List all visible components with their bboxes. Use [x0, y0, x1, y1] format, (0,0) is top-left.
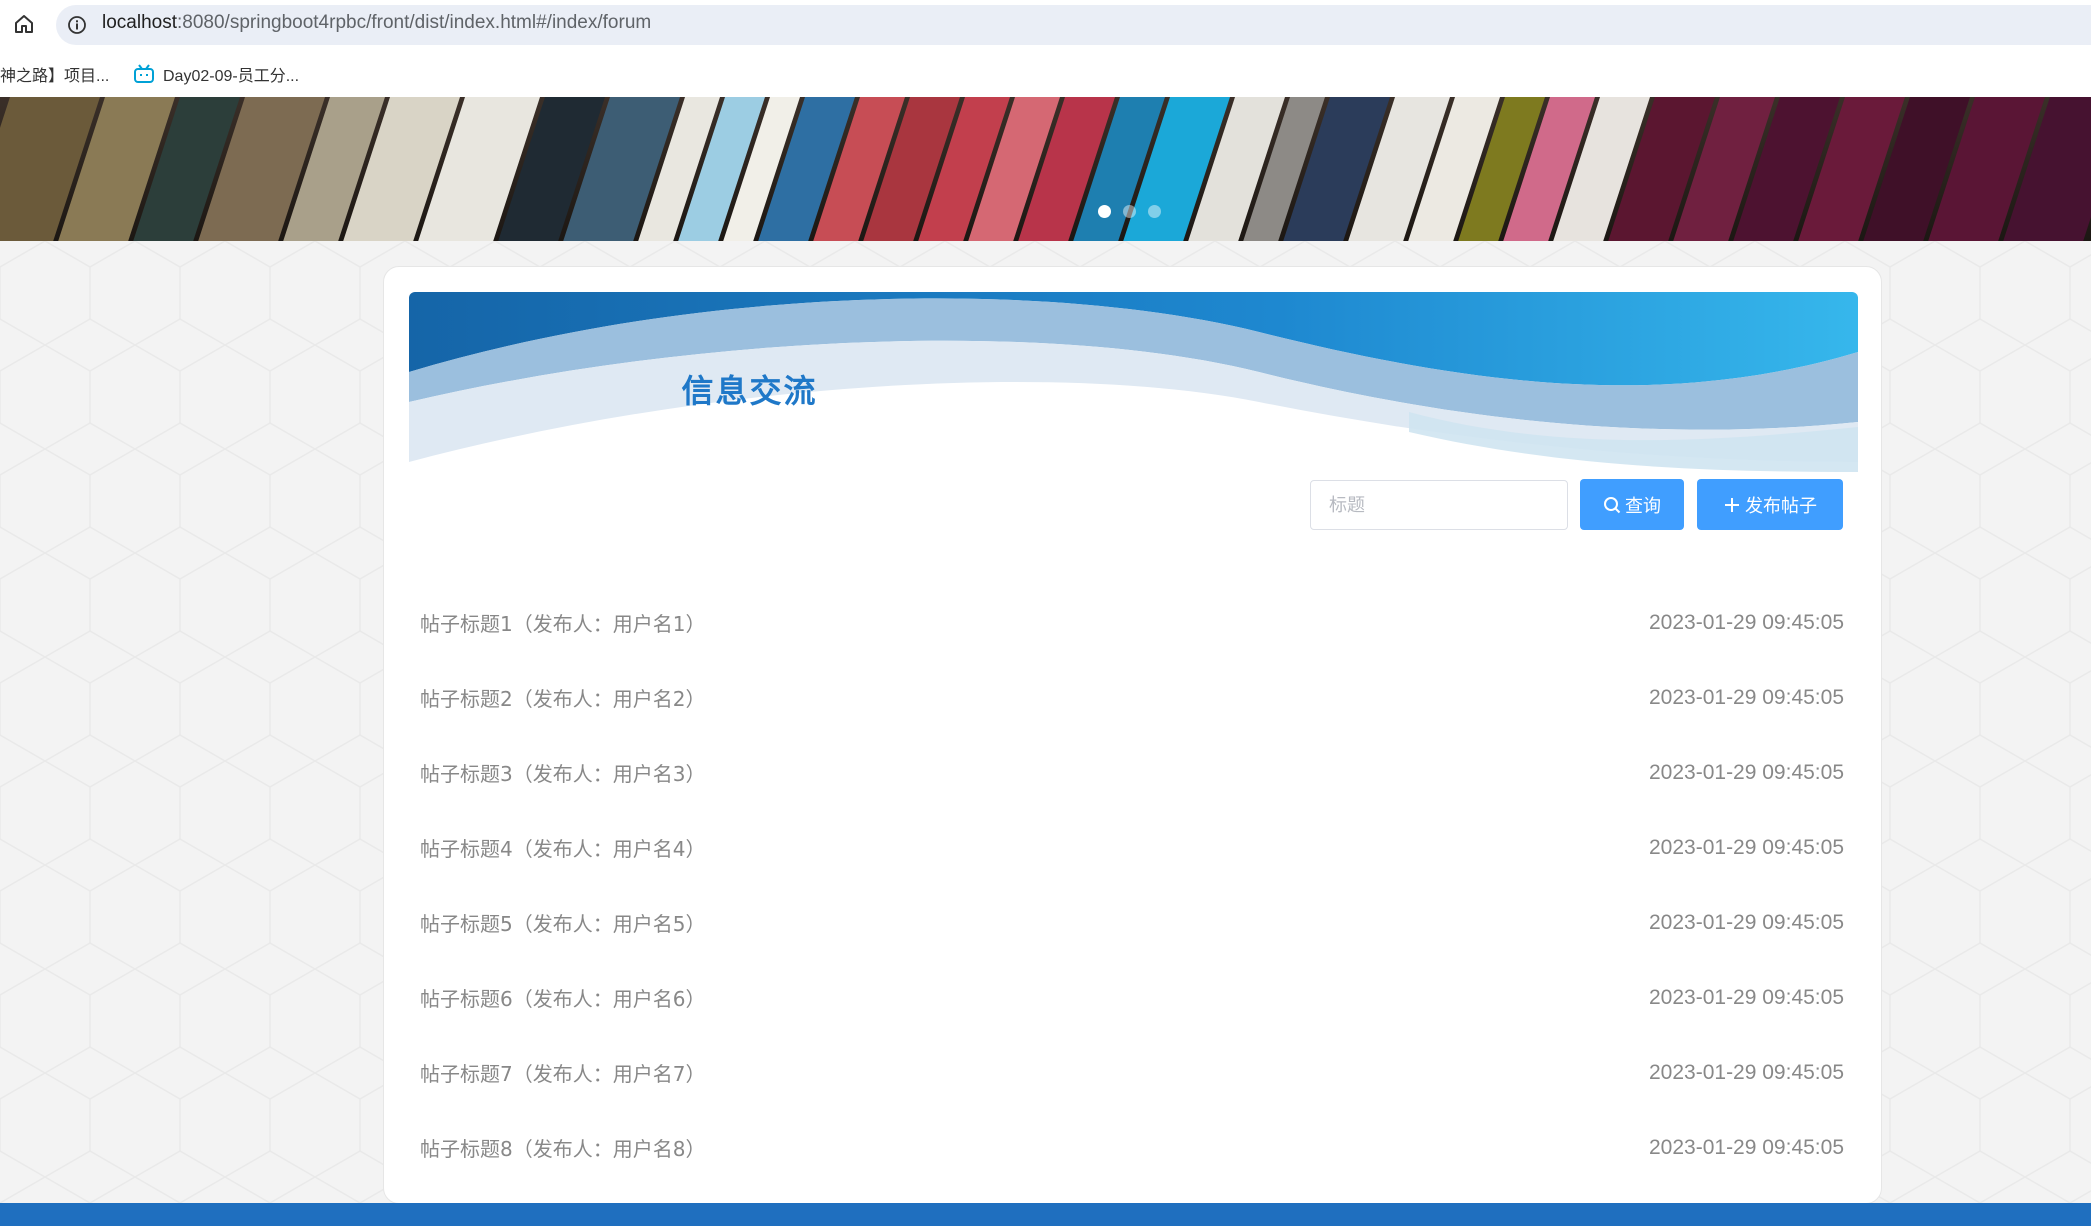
- page-title: 信息交流: [681, 372, 818, 410]
- search-button[interactable]: 查询: [1580, 479, 1684, 530]
- search-button-label: 查询: [1625, 495, 1661, 517]
- post-title[interactable]: 帖子标题1（发布人：用户名1）: [420, 608, 705, 637]
- url-path: :8080/springboot4rpbc/front/dist/index.h…: [177, 12, 652, 33]
- site-info-icon[interactable]: [66, 14, 88, 36]
- carousel-dot[interactable]: [1098, 205, 1111, 218]
- post-time: 2023-01-29 09:45:05: [1649, 985, 1844, 1009]
- banner-books-image: [0, 97, 2091, 241]
- post-time: 2023-01-29 09:45:05: [1649, 910, 1844, 934]
- post-time: 2023-01-29 09:45:05: [1649, 1060, 1844, 1084]
- post-row[interactable]: 帖子标题2（发布人：用户名2） 2023-01-29 09:45:05: [420, 660, 1844, 735]
- post-row[interactable]: 帖子标题8（发布人：用户名8） 2023-01-29 09:45:05: [420, 1110, 1844, 1185]
- post-row[interactable]: 帖子标题6（发布人：用户名6） 2023-01-29 09:45:05: [420, 960, 1844, 1035]
- bookmark-item[interactable]: Day02-09-员工分...: [133, 62, 299, 86]
- post-row[interactable]: 帖子标题5（发布人：用户名5） 2023-01-29 09:45:05: [420, 885, 1844, 960]
- post-row[interactable]: 帖子标题1（发布人：用户名1） 2023-01-29 09:45:05: [420, 585, 1844, 660]
- post-title[interactable]: 帖子标题5（发布人：用户名5）: [420, 908, 705, 937]
- post-title[interactable]: 帖子标题3（发布人：用户名3）: [420, 758, 705, 787]
- post-title[interactable]: 帖子标题4（发布人：用户名4）: [420, 833, 705, 862]
- post-time: 2023-01-29 09:45:05: [1649, 610, 1844, 634]
- post-title[interactable]: 帖子标题8（发布人：用户名8）: [420, 1133, 705, 1162]
- post-title[interactable]: 帖子标题2（发布人：用户名2）: [420, 683, 705, 712]
- post-time: 2023-01-29 09:45:05: [1649, 685, 1844, 709]
- banner-carousel[interactable]: [0, 97, 2091, 241]
- post-title[interactable]: 帖子标题7（发布人：用户名7）: [420, 1058, 705, 1087]
- post-time: 2023-01-29 09:45:05: [1649, 760, 1844, 784]
- post-title[interactable]: 帖子标题6（发布人：用户名6）: [420, 983, 705, 1012]
- bilibili-icon: [134, 64, 154, 83]
- home-icon[interactable]: [12, 12, 36, 36]
- carousel-dot[interactable]: [1148, 205, 1161, 218]
- title-search-input[interactable]: [1310, 480, 1568, 530]
- post-row[interactable]: 帖子标题4（发布人：用户名4） 2023-01-29 09:45:05: [420, 810, 1844, 885]
- url-text[interactable]: localhost:8080/springboot4rpbc/front/dis…: [102, 12, 651, 34]
- post-list: 帖子标题1（发布人：用户名1） 2023-01-29 09:45:05 帖子标题…: [420, 585, 1844, 1185]
- search-icon: [1604, 496, 1621, 513]
- footer-bar: [0, 1203, 2091, 1226]
- post-time: 2023-01-29 09:45:05: [1649, 1135, 1844, 1159]
- post-row[interactable]: 帖子标题3（发布人：用户名3） 2023-01-29 09:45:05: [420, 735, 1844, 810]
- bookmark-label: 神之路】项目...: [0, 68, 110, 85]
- bookmarks-bar: 神之路】项目... Day02-09-员工分...: [0, 50, 2091, 97]
- carousel-dot[interactable]: [1123, 205, 1136, 218]
- url-host: localhost: [102, 12, 177, 33]
- plus-icon: [1725, 497, 1739, 512]
- new-post-button[interactable]: 发布帖子: [1697, 479, 1843, 530]
- post-time: 2023-01-29 09:45:05: [1649, 835, 1844, 859]
- browser-address-bar: localhost:8080/springboot4rpbc/front/dis…: [0, 0, 2091, 50]
- carousel-indicators: [1098, 205, 1161, 218]
- bookmark-label: Day02-09-员工分...: [163, 68, 300, 85]
- post-row[interactable]: 帖子标题7（发布人：用户名7） 2023-01-29 09:45:05: [420, 1035, 1844, 1110]
- new-post-button-label: 发布帖子: [1745, 495, 1817, 517]
- bookmark-item[interactable]: 神之路】项目...: [0, 62, 109, 86]
